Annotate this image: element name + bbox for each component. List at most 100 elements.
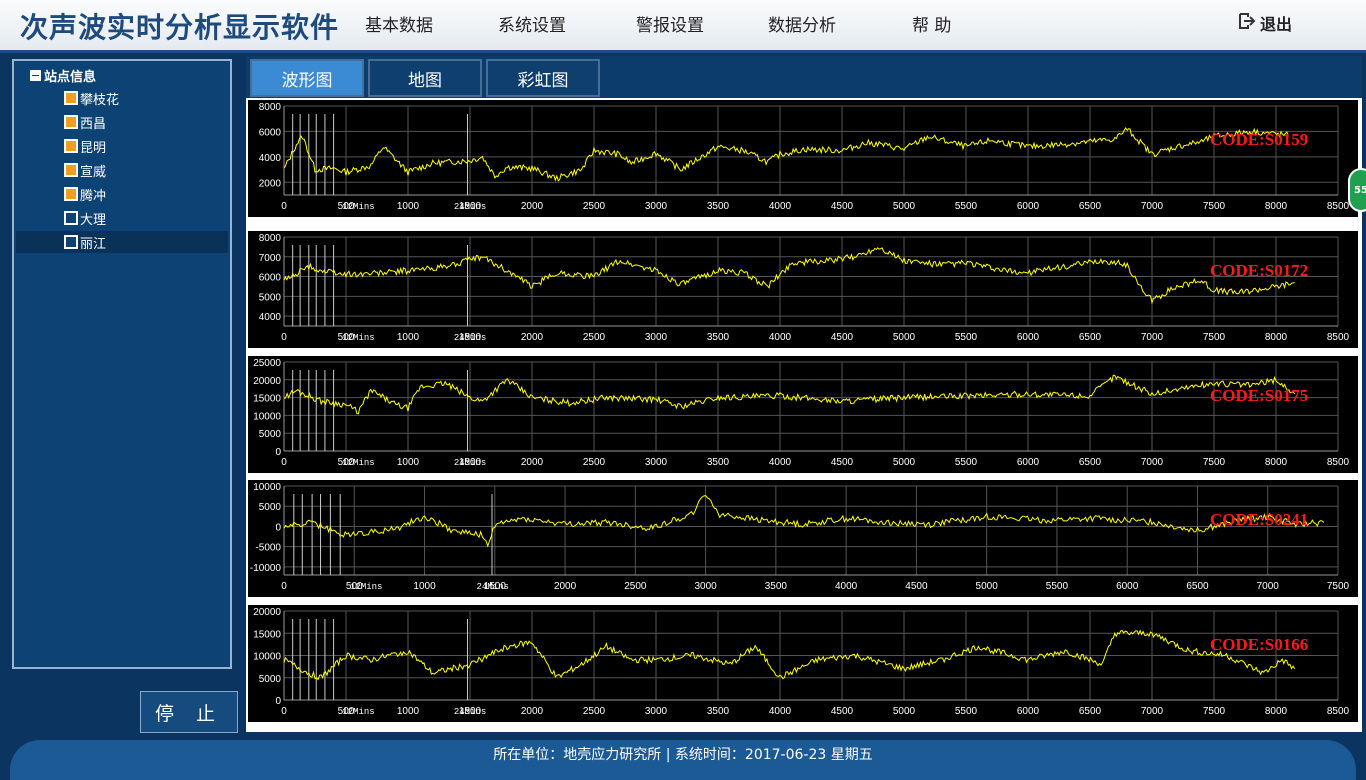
x-tick-label: 5000 xyxy=(976,581,999,592)
station-code-label: CODE:S0159 xyxy=(1210,130,1308,149)
x-tick-label: 8000 xyxy=(1265,457,1288,468)
station-item[interactable]: 大理 xyxy=(64,207,106,229)
menu-data-analysis[interactable]: 数据分析 xyxy=(768,11,836,36)
x-tick-label: 2000 xyxy=(521,457,544,468)
x-tick-label: 7500 xyxy=(1203,332,1226,343)
tab-map[interactable]: 地图 xyxy=(368,59,482,97)
station-status-icon[interactable] xyxy=(64,211,78,225)
station-item[interactable]: 丽江 xyxy=(64,231,106,253)
x-tick-label: 5000 xyxy=(893,706,916,717)
waveform-chart-svg: 0 500 1000 1500 2000 2500 3000 3500 4000 4500 5000… xyxy=(250,482,1350,592)
x-tick-label: 4000 xyxy=(769,457,792,468)
x-tick-label: 3500 xyxy=(707,706,730,717)
tree-root-label: 站点信息 xyxy=(44,70,97,85)
station-item[interactable]: 昆明 xyxy=(64,135,106,157)
footer-time-label: 系统时间： xyxy=(674,747,745,763)
menu-system-settings[interactable]: 系统设置 xyxy=(498,11,566,36)
main-panel: 波形图 地图 彩虹图 0 500 1000 1500 2000 2500 3000 3500 4… xyxy=(246,56,1362,732)
marker-24mins-label: 24Mins xyxy=(454,458,486,468)
x-tick-label: 5500 xyxy=(955,201,978,212)
x-tick-label: 2500 xyxy=(583,706,606,717)
station-item[interactable]: 腾冲 xyxy=(64,183,106,205)
y-tick-label: 2000 xyxy=(259,178,282,189)
x-tick-label: 8000 xyxy=(1265,201,1288,212)
y-tick-label: 6000 xyxy=(259,273,282,284)
x-tick-label: 1000 xyxy=(397,332,420,343)
marker-24mins-label: 24Mins xyxy=(454,707,486,717)
logout-icon xyxy=(1238,12,1256,34)
y-tick-label: 10000 xyxy=(253,482,281,493)
x-tick-label: 1000 xyxy=(413,581,436,592)
y-tick-label: -10000 xyxy=(250,563,282,574)
marker-12mins-label: 12Mins xyxy=(342,707,374,717)
marker-24mins-label: 24Mins xyxy=(454,202,486,212)
x-tick-label: 3000 xyxy=(645,201,668,212)
x-tick-label: 2000 xyxy=(554,581,577,592)
marker-12mins-label: 12Mins xyxy=(342,458,374,468)
y-tick-label: 0 xyxy=(275,522,281,533)
station-status-icon[interactable] xyxy=(64,163,78,177)
stop-button[interactable]: 停 止 xyxy=(140,691,238,733)
station-status-icon[interactable] xyxy=(64,115,78,129)
station-item[interactable]: 西昌 xyxy=(64,111,106,133)
station-label: 大理 xyxy=(80,212,107,228)
station-label: 腾冲 xyxy=(80,188,107,204)
station-label: 西昌 xyxy=(80,116,107,132)
x-tick-label: 0 xyxy=(281,581,287,592)
waveform-line xyxy=(283,374,1296,415)
x-tick-label: 8000 xyxy=(1265,332,1288,343)
x-tick-label: 7000 xyxy=(1141,457,1164,468)
menu-help[interactable]: 帮 助 xyxy=(912,11,951,36)
floating-badge[interactable]: 55 xyxy=(1348,168,1366,212)
station-code-label: CODE:S0172 xyxy=(1210,261,1308,280)
station-status-icon[interactable] xyxy=(64,235,78,249)
x-tick-label: 7000 xyxy=(1141,332,1164,343)
y-tick-label: 15000 xyxy=(253,394,281,405)
x-tick-label: 5500 xyxy=(955,457,978,468)
menu-basic-data[interactable]: 基本数据 xyxy=(365,11,433,36)
station-status-icon[interactable] xyxy=(64,187,78,201)
x-tick-label: 8500 xyxy=(1327,332,1350,343)
collapse-icon[interactable] xyxy=(30,70,41,81)
tab-rainbow[interactable]: 彩虹图 xyxy=(486,59,600,97)
station-label: 丽江 xyxy=(80,236,107,252)
x-tick-label: 8500 xyxy=(1327,457,1350,468)
x-tick-label: 4500 xyxy=(831,706,854,717)
x-tick-label: 4500 xyxy=(831,332,854,343)
y-tick-label: 7000 xyxy=(259,253,282,264)
waveform-chart-svg: 0 500 1000 1500 2000 2500 3000 3500 4000 4500 5000… xyxy=(259,102,1350,212)
station-item[interactable]: 宣威 xyxy=(64,159,106,181)
x-tick-label: 3500 xyxy=(707,201,730,212)
tree-root[interactable]: 站点信息 xyxy=(30,66,96,85)
x-tick-label: 5000 xyxy=(893,201,916,212)
x-tick-label: 3000 xyxy=(694,581,717,592)
x-tick-label: 3500 xyxy=(707,332,730,343)
tab-waveform[interactable]: 波形图 xyxy=(250,59,364,97)
y-tick-label: 20000 xyxy=(253,607,281,618)
marker-12mins-label: 12Mins xyxy=(350,582,382,592)
marker-12mins-label: 12Mins xyxy=(342,333,374,343)
x-tick-label: 3000 xyxy=(645,332,668,343)
station-label: 攀枝花 xyxy=(80,92,120,108)
station-status-icon[interactable] xyxy=(64,139,78,153)
x-tick-label: 3500 xyxy=(707,457,730,468)
footer-separator: | xyxy=(661,747,675,763)
y-tick-label: 4000 xyxy=(259,153,282,164)
x-tick-label: 1000 xyxy=(397,457,420,468)
x-tick-label: 6000 xyxy=(1017,332,1040,343)
x-tick-label: 0 xyxy=(281,201,287,212)
station-item[interactable]: 攀枝花 xyxy=(64,87,119,109)
x-tick-label: 0 xyxy=(281,457,287,468)
x-tick-label: 3000 xyxy=(645,457,668,468)
x-tick-label: 2000 xyxy=(521,332,544,343)
footer-org-label: 所在单位： xyxy=(493,747,564,763)
station-label: 宣威 xyxy=(80,164,107,180)
logout-button[interactable]: 退出 xyxy=(1238,11,1292,35)
y-tick-label: 8000 xyxy=(259,233,282,244)
station-status-icon[interactable] xyxy=(64,91,78,105)
station-tree-panel: 站点信息 攀枝花西昌昆明宣威腾冲大理丽江 xyxy=(12,59,232,669)
station-label: 昆明 xyxy=(80,140,107,156)
station-code-label: CODE:S0241 xyxy=(1210,510,1308,529)
menu-alarm-settings[interactable]: 警报设置 xyxy=(636,11,704,36)
y-tick-label: 10000 xyxy=(253,652,281,663)
